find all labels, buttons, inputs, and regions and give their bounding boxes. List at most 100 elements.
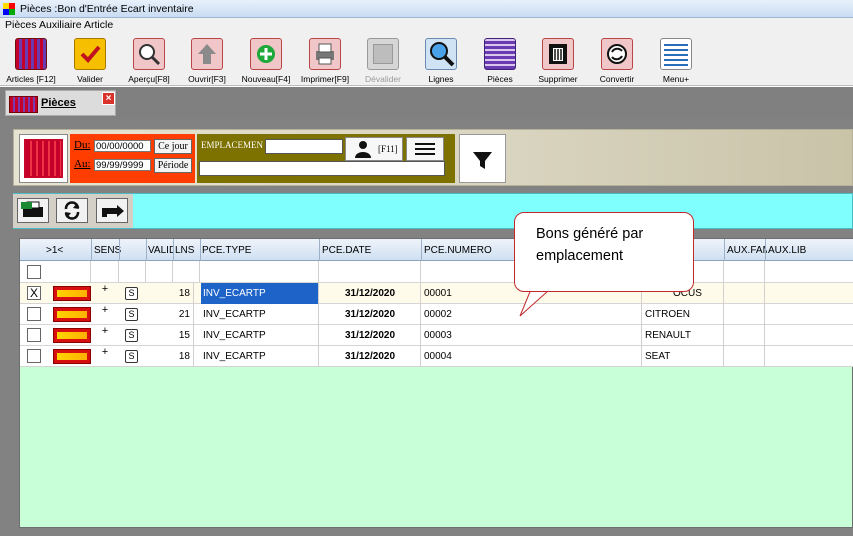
s-button[interactable]: S [125,308,138,321]
date-value: 31/12/2020 [320,283,421,304]
table-row[interactable] [20,261,853,283]
col-header-numero[interactable]: PCE.NUMERO [424,245,492,256]
type-value: INV_ECARTP [201,325,319,346]
sens-value: + [101,346,109,358]
nouveau-button[interactable]: Nouveau[F4] [237,36,295,84]
table-row[interactable]: + S 21 INV_ECARTP 31/12/2020 00002 CITRO… [20,304,853,325]
ce-jour-button[interactable]: Ce jour [154,139,192,154]
emplacement-label: EMPLACEMEN [201,140,264,150]
grid-toolbar [13,193,853,229]
callout-text: Bons généré par emplacement [536,226,644,264]
valider-button[interactable]: Valider [61,36,119,84]
piece-logo-icon [53,349,91,364]
pieces-icon [484,38,516,70]
date-value: 31/12/2020 [320,346,421,367]
s-button[interactable]: S [125,287,138,300]
articles-button[interactable]: Articles [F12] [2,36,60,84]
col-header-type[interactable]: PCE.TYPE [202,245,251,256]
emplacement-field[interactable] [265,139,343,154]
filter-button[interactable] [459,134,506,183]
apercu-button[interactable]: Aperçu[F8] [120,36,178,84]
col-header-auxfam[interactable]: AUX.FAM [727,245,767,256]
refresh-icon [64,201,80,220]
pieces-tab-icon [9,96,38,113]
row-checkbox[interactable]: X [27,286,41,300]
aux-value: CITROEN [643,304,724,325]
piece-logo-icon [53,328,91,343]
devalider-button[interactable]: Dévalider [354,36,412,84]
menu-bar: Pièces Auxiliaire Article [0,18,853,32]
new-plus-icon [250,38,282,70]
date-range-panel: Du: Au: 00/00/0000 99/99/9999 Ce jour Pé… [70,134,195,183]
grid-header: >1< SENS VALID LNS PCE.TYPE PCE.DATE PCE… [20,239,853,261]
export-xls-button[interactable] [17,198,49,223]
title-bar: Pièces :Bon d'Entrée Ecart inventaire [0,0,853,18]
window-title: Pièces :Bon d'Entrée Ecart inventaire [20,3,194,15]
imprimer-button[interactable]: Imprimer[F9] [296,36,354,84]
menu-pieces[interactable]: Pièces [5,19,37,31]
emplacement-description-field[interactable] [199,161,445,176]
sens-value: + [101,325,109,337]
table-row[interactable]: X + S 18 INV_ECARTP 31/12/2020 00001 OCU… [20,283,853,304]
lns-value: 18 [170,283,194,304]
lns-value: 18 [170,346,194,367]
table-row[interactable]: + S 15 INV_ECARTP 31/12/2020 00003 RENAU… [20,325,853,346]
xls-printer-icon [21,201,43,217]
lns-value: 21 [170,304,194,325]
aux-value: SEAT [643,346,724,367]
menu-article[interactable]: Article [84,19,113,31]
checkmark-icon [74,38,106,70]
s-button[interactable]: S [125,350,138,363]
piece-logo-icon [53,307,91,322]
pieces-button[interactable]: Pièces [471,36,529,84]
date-to-field[interactable]: 99/99/9999 [94,159,151,171]
type-value: INV_ECARTP [201,346,319,367]
convert-icon [601,38,633,70]
piece-logo-icon [53,286,91,301]
piece-type-icon [19,134,68,183]
supprimer-button[interactable]: Supprimer [529,36,587,84]
refresh-button[interactable] [56,198,88,223]
lignes-button[interactable]: Lignes [412,36,470,84]
table-row[interactable]: + S 18 INV_ECARTP 31/12/2020 00004 SEAT [20,346,853,367]
unvalidate-icon [367,38,399,70]
menu-auxiliaire[interactable]: Auxiliaire [39,19,82,31]
numero-value: 00004 [422,346,642,367]
convertir-button[interactable]: Convertir [588,36,646,84]
date-value: 31/12/2020 [320,304,421,325]
row-checkbox[interactable] [27,349,41,363]
col-header-sens[interactable]: SENS [94,245,121,256]
date-from-field[interactable]: 00/00/0000 [94,140,151,152]
col-header-lns[interactable]: LNS [175,245,194,256]
col-header-date[interactable]: PCE.DATE [322,245,371,256]
funnel-icon [473,152,492,169]
row-checkbox[interactable] [27,307,41,321]
lns-value: 15 [170,325,194,346]
grid-toolbar-buttons [13,194,133,228]
au-label: Au: [74,158,91,170]
periode-button[interactable]: Période [154,158,192,173]
user-select-button[interactable]: [F11] [345,137,403,161]
list-button[interactable] [406,137,444,161]
trash-icon [542,38,574,70]
tab-close-icon[interactable]: × [102,92,115,105]
printer-icon [309,38,341,70]
col-header-auxlib[interactable]: AUX.LIB [768,245,806,256]
pointing-hand-icon [102,205,124,217]
du-label: Du: [74,139,91,151]
row-checkbox[interactable] [27,328,41,342]
pointer-button[interactable] [96,198,128,223]
type-value[interactable]: INV_ECARTP [201,283,319,304]
ouvrir-button[interactable]: Ouvrir[F3] [178,36,236,84]
col-header-valid[interactable]: VALID [148,245,174,256]
sens-value: + [101,283,109,295]
tab-pieces[interactable]: Pièces [5,90,116,116]
s-button[interactable]: S [125,329,138,342]
list-lines-icon [415,143,435,155]
main-toolbar: Articles [F12] Valider Aperçu[F8] Ouvrir… [0,32,853,86]
app-icon [3,3,15,15]
col-header-select[interactable]: >1< [46,245,63,256]
type-value: INV_ECARTP [201,304,319,325]
magnifier-icon [425,38,457,70]
menu-plus-button[interactable]: Menu+ [647,36,705,84]
